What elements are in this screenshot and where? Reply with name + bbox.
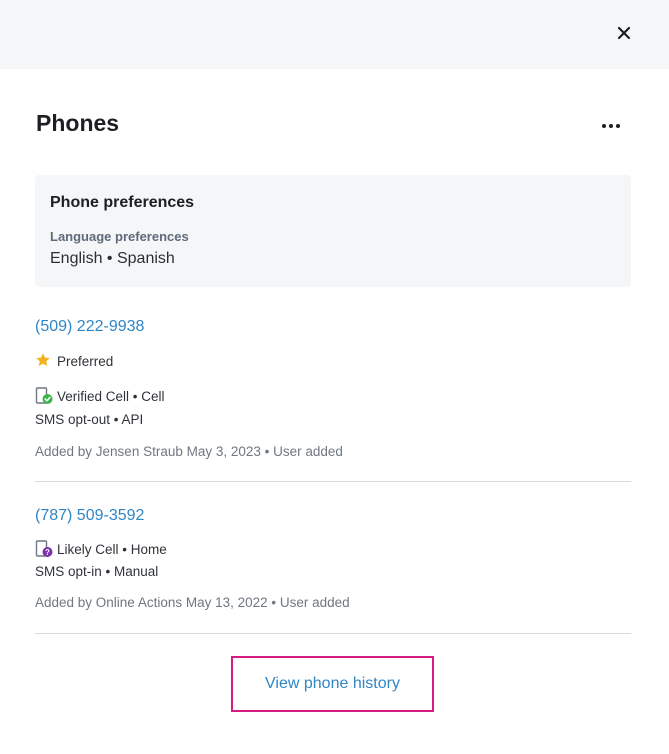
language-preferences-label: Language preferences — [50, 229, 189, 244]
added-by-info: Added by Online Actions May 13, 2022 • U… — [35, 595, 350, 610]
close-button[interactable] — [613, 22, 635, 44]
preferred-badge: Preferred — [35, 352, 113, 370]
phone-number-link[interactable]: (509) 222-9938 — [35, 318, 144, 336]
star-icon — [35, 352, 53, 370]
phone-preferences-title: Phone preferences — [50, 194, 195, 211]
preferred-label: Preferred — [57, 353, 114, 369]
phone-type-line: Verified Cell • Cell — [35, 387, 165, 405]
sms-status: SMS opt-out • API — [35, 412, 144, 427]
likely-cell-icon: ? — [35, 540, 53, 558]
sms-status: SMS opt-in • Manual — [35, 564, 159, 579]
verified-cell-icon — [35, 387, 53, 405]
svg-text:?: ? — [45, 548, 50, 557]
phone-preferences-card: Phone preferences Language preferences E… — [35, 175, 631, 287]
page-title: Phones — [36, 110, 120, 136]
phone-type-text: Likely Cell • Home — [57, 541, 167, 557]
more-options-icon — [602, 124, 620, 128]
added-by-info: Added by Jensen Straub May 3, 2023 • Use… — [35, 444, 343, 459]
language-preferences-value: English • Spanish — [50, 250, 175, 267]
close-icon — [617, 26, 631, 40]
divider — [35, 633, 631, 634]
phone-type-text: Verified Cell • Cell — [57, 388, 165, 404]
phone-type-line: ? Likely Cell • Home — [35, 540, 167, 558]
more-options-button[interactable] — [599, 116, 623, 136]
phone-number-link[interactable]: (787) 509-3592 — [35, 507, 144, 525]
panel-header-bar — [0, 0, 669, 69]
view-phone-history-link[interactable]: View phone history — [231, 656, 434, 712]
divider — [35, 481, 631, 482]
